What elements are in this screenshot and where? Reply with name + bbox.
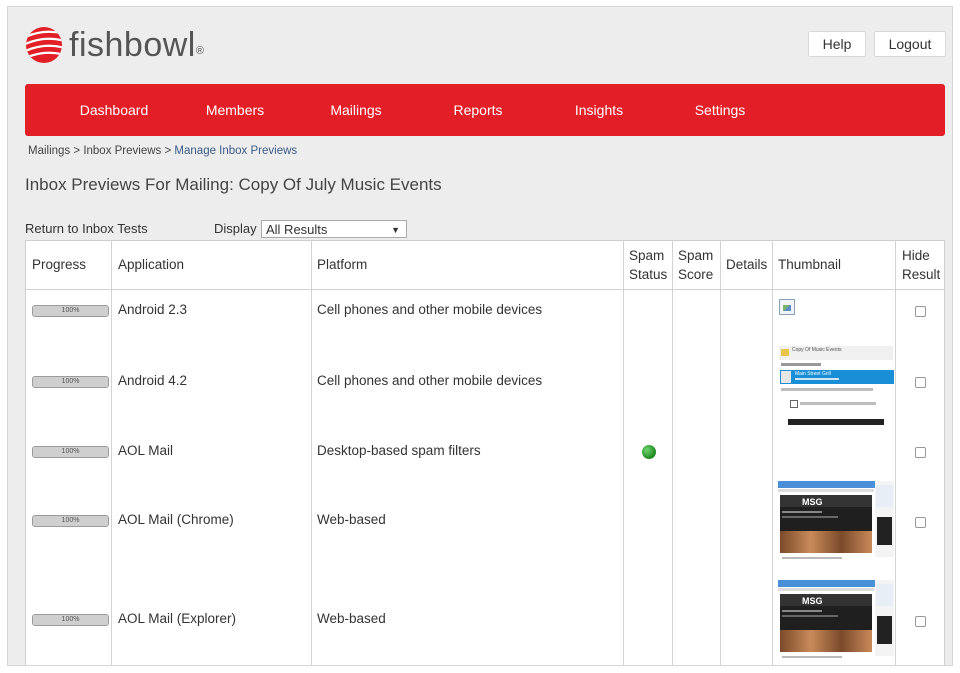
- page-title: Inbox Previews For Mailing: Copy Of July…: [25, 175, 442, 194]
- nav-settings[interactable]: Settings: [665, 84, 775, 136]
- header-platform: Platform: [317, 257, 368, 272]
- dropdown-arrow-icon: ▼: [391, 225, 400, 235]
- app-window: fishbowl® Help Logout Dashboard Members …: [7, 6, 953, 666]
- breadcrumb-separator: >: [164, 145, 172, 157]
- web-email-thumbnail[interactable]: MSG: [778, 580, 894, 662]
- breadcrumb: Mailings > Inbox Previews > Manage Inbox…: [28, 145, 297, 157]
- header-hide-line2: Result: [902, 267, 941, 282]
- main-nav: Dashboard Members Mailings Reports Insig…: [25, 84, 945, 136]
- progress-bar: 100%: [32, 515, 109, 527]
- return-to-inbox-tests-link[interactable]: Return to Inbox Tests: [25, 221, 148, 236]
- progress-bar: 100%: [32, 614, 109, 626]
- breadcrumb-mailings[interactable]: Mailings: [28, 145, 70, 157]
- platform-cell: Cell phones and other mobile devices: [317, 302, 543, 317]
- hide-result-checkbox[interactable]: [915, 517, 926, 528]
- platform-cell: Web-based: [317, 512, 386, 527]
- logo-wordmark: fishbowl®: [69, 26, 205, 64]
- broken-image-icon[interactable]: [779, 299, 795, 315]
- spam-status-ok-icon: [642, 445, 656, 459]
- thumb-logo: MSG: [802, 596, 823, 606]
- thumb-sender: Main Street Grill: [795, 371, 831, 377]
- progress-label: 100%: [61, 307, 80, 314]
- header-spam-status-line1: Spam: [629, 248, 665, 263]
- web-email-thumbnail[interactable]: MSG: [778, 481, 894, 563]
- thumb-logo: MSG: [802, 497, 823, 507]
- breadcrumb-manage-inbox-previews[interactable]: Manage Inbox Previews: [174, 145, 297, 157]
- header-thumbnail: Thumbnail: [778, 257, 842, 272]
- platform-cell: Desktop-based spam filters: [317, 443, 481, 458]
- breadcrumb-separator: >: [73, 145, 81, 157]
- progress-bar: 100%: [32, 305, 109, 317]
- ad-person-icon: [877, 616, 892, 644]
- display-select-value: All Results: [266, 222, 328, 237]
- hide-result-checkbox[interactable]: [915, 447, 926, 458]
- help-button[interactable]: Help: [808, 31, 866, 57]
- application-cell: Android 2.3: [118, 302, 188, 317]
- hide-result-checkbox[interactable]: [915, 306, 926, 317]
- hide-result-checkbox[interactable]: [915, 377, 926, 388]
- nav-members[interactable]: Members: [180, 84, 290, 136]
- thumb-subject: Copy Of Music Events: [792, 347, 842, 353]
- hide-result-checkbox[interactable]: [915, 616, 926, 627]
- display-label: Display: [214, 221, 257, 236]
- nav-insights[interactable]: Insights: [544, 84, 654, 136]
- fishbowl-globe-icon: [26, 27, 62, 63]
- progress-bar: 100%: [32, 446, 109, 458]
- application-cell: AOL Mail (Explorer): [118, 611, 237, 626]
- progress-bar: 100%: [32, 376, 109, 388]
- breadcrumb-inbox-previews[interactable]: Inbox Previews: [83, 145, 161, 157]
- ad-person-icon: [877, 517, 892, 545]
- nav-dashboard[interactable]: Dashboard: [59, 84, 169, 136]
- header-spam-status-line2: Status: [629, 267, 668, 282]
- avatar-icon: [781, 371, 791, 383]
- progress-label: 100%: [61, 448, 80, 455]
- mail-icon: [781, 349, 789, 356]
- header-spam-score-line2: Score: [678, 267, 714, 282]
- header-details: Details: [726, 257, 768, 272]
- application-cell: AOL Mail (Chrome): [118, 512, 234, 527]
- progress-label: 100%: [61, 616, 80, 623]
- application-cell: AOL Mail: [118, 443, 174, 458]
- logout-button[interactable]: Logout: [874, 31, 946, 57]
- fishbowl-logo[interactable]: fishbowl®: [25, 25, 204, 65]
- header-application: Application: [118, 257, 185, 272]
- header-progress: Progress: [32, 257, 87, 272]
- progress-label: 100%: [61, 378, 80, 385]
- header-spam-score-line1: Spam: [678, 248, 714, 263]
- platform-cell: Cell phones and other mobile devices: [317, 373, 543, 388]
- platform-cell: Web-based: [317, 611, 386, 626]
- checkbox-icon: [790, 400, 798, 408]
- results-table: Progress Application Platform Spam Statu…: [25, 240, 945, 665]
- mobile-email-thumbnail[interactable]: Copy Of Music Events Main Street Grill: [778, 345, 894, 425]
- display-select[interactable]: All Results ▼: [261, 220, 407, 238]
- header-hide-line1: Hide: [902, 248, 930, 263]
- nav-reports[interactable]: Reports: [423, 84, 533, 136]
- progress-label: 100%: [61, 517, 80, 524]
- application-cell: Android 4.2: [118, 373, 188, 388]
- nav-mailings[interactable]: Mailings: [301, 84, 411, 136]
